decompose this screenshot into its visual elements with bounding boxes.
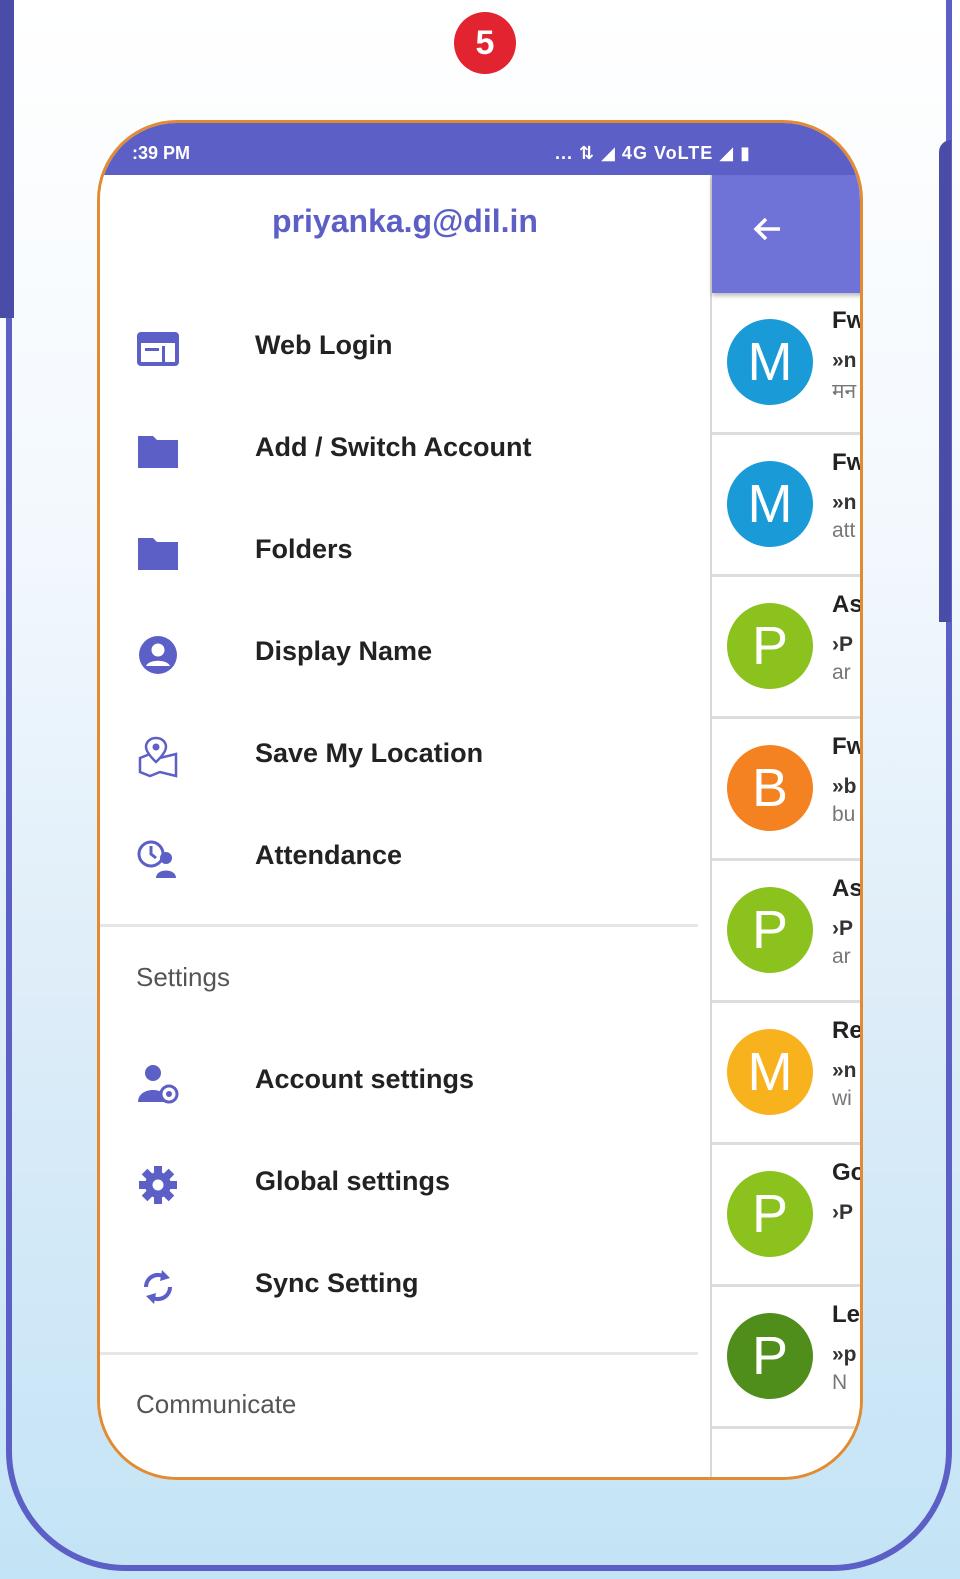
message-sender: »p (832, 1343, 857, 1366)
menu-label: Web Login (255, 330, 393, 360)
step-number-badge: 5 (454, 12, 516, 74)
back-arrow-icon[interactable] (750, 211, 786, 247)
folder-icon (138, 538, 178, 570)
menu-label: Sync Setting (255, 1268, 419, 1298)
message-subject: Fw (832, 733, 863, 760)
message-sender: »b (832, 775, 857, 798)
menu-item-account-settings[interactable]: Account settings (100, 1042, 710, 1122)
menu-item-sync-setting[interactable]: Sync Setting (100, 1246, 710, 1326)
sender-avatar: P (727, 1171, 813, 1257)
gear-icon (139, 1166, 177, 1204)
left-accent-bar (0, 0, 14, 318)
message-row[interactable]: P As ›P ar (712, 861, 863, 1003)
message-row[interactable]: P Le »p N (712, 1287, 861, 1429)
inbox-panel: M Fw »n मन M Fw »n att P As ›P ar B Fw »b bu P As ›P ar M Re »… (710, 175, 863, 1477)
sender-avatar: P (727, 887, 813, 973)
message-row[interactable]: M Re »n wi (712, 1003, 863, 1145)
message-subject: Le (832, 1301, 861, 1328)
message-preview: मन (832, 380, 857, 403)
message-row[interactable]: P Go ›P (712, 1145, 863, 1287)
menu-item-web-login[interactable]: Web Login (100, 308, 710, 388)
message-subject: Fw (832, 307, 863, 334)
message-subject: Go (832, 1159, 863, 1186)
status-bar: :39 PM ... ⇅ ◢ 4G VoLTE ◢ ▮ (100, 123, 860, 175)
menu-label: Folders (255, 534, 353, 564)
message-subject: As (832, 591, 863, 618)
message-sender: ›P (832, 633, 853, 656)
menu-label: Account settings (255, 1064, 475, 1094)
status-time: :39 PM (132, 143, 191, 163)
message-subject: Fw (832, 449, 863, 476)
menu-item-global-settings[interactable]: Global settings (100, 1144, 710, 1224)
section-header-settings: Settings (136, 962, 230, 992)
menu-item-add-switch-account[interactable]: Add / Switch Account (100, 410, 710, 490)
web-login-icon (137, 332, 179, 366)
menu-item-display-name[interactable]: Display Name (100, 614, 710, 694)
divider (100, 924, 698, 927)
sync-icon (143, 1270, 173, 1304)
menu-item-save-my-location[interactable]: Save My Location (100, 716, 710, 796)
message-preview: wi (832, 1087, 852, 1110)
message-subject: As (832, 875, 863, 902)
inbox-app-bar (712, 175, 860, 293)
sender-avatar: M (727, 1029, 813, 1115)
sender-avatar: P (727, 603, 813, 689)
section-header-communicate: Communicate (136, 1389, 297, 1419)
menu-label: Display Name (255, 636, 433, 666)
sender-avatar: M (727, 461, 813, 547)
message-row[interactable]: M Fw »n मन (712, 293, 863, 435)
menu-label: Add / Switch Account (255, 432, 532, 462)
message-preview: bu (832, 803, 856, 826)
message-row[interactable]: P As ›P ar (712, 577, 863, 719)
menu-label: Attendance (255, 840, 403, 870)
message-preview: ar (832, 661, 851, 684)
menu-label: Save My Location (255, 738, 484, 768)
message-preview: N (832, 1371, 848, 1394)
folder-icon (138, 436, 178, 468)
message-sender: ›P (832, 1201, 853, 1224)
right-accent-bar (939, 140, 951, 622)
message-sender: »n (832, 349, 857, 372)
message-row[interactable]: B Fw »b bu (712, 719, 863, 861)
phone-screen: :39 PM ... ⇅ ◢ 4G VoLTE ◢ ▮ priyanka.g@d… (97, 120, 863, 1480)
navigation-drawer: priyanka.g@dil.in Web Login Add / Switch… (100, 175, 710, 1477)
user-settings-icon (138, 1065, 179, 1104)
message-preview: ar (832, 945, 851, 968)
message-preview: att (832, 519, 856, 542)
divider (100, 1352, 698, 1355)
message-sender: ›P (832, 917, 853, 940)
menu-item-folders[interactable]: Folders (100, 512, 710, 592)
account-email[interactable]: priyanka.g@dil.in (100, 203, 710, 240)
menu-label: Global settings (255, 1166, 451, 1196)
message-sender: »n (832, 1059, 857, 1082)
attendance-clock-icon (137, 840, 176, 878)
sender-avatar: P (727, 1313, 813, 1399)
menu-item-attendance[interactable]: Attendance (100, 818, 710, 898)
status-indicators: ... ⇅ ◢ 4G VoLTE ◢ ▮ (555, 143, 752, 163)
sender-avatar: B (727, 745, 813, 831)
sender-avatar: M (727, 319, 813, 405)
message-subject: Re (832, 1017, 863, 1044)
message-row[interactable]: M Fw »n att (712, 435, 863, 577)
map-pin-icon (138, 736, 178, 778)
account-circle-icon (139, 636, 177, 674)
message-sender: »n (832, 491, 857, 514)
